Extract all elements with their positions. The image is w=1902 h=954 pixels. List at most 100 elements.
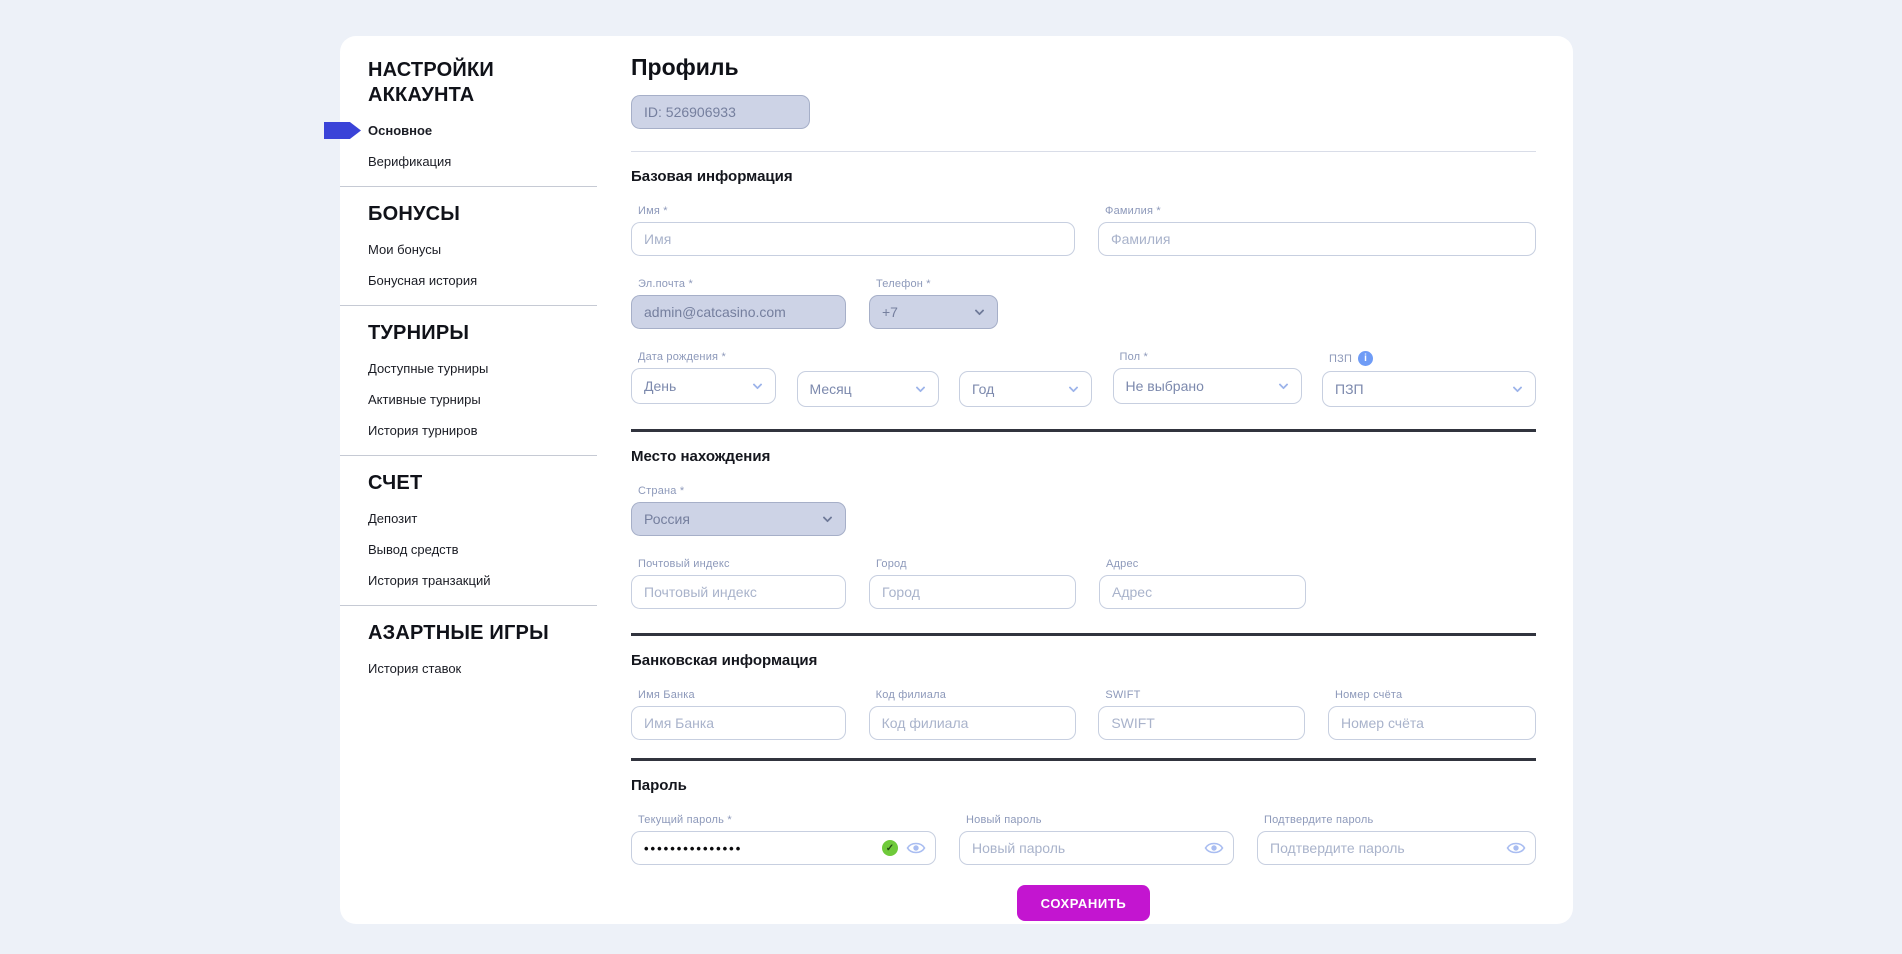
sidebar-section-title-gambling: АЗАРТНЫЕ ИГРЫ [368,621,588,646]
pep-label: ПЗП [1329,353,1352,365]
check-circle-icon: ✓ [882,840,898,856]
birth-year-value: Год [972,381,994,397]
city-label: Город [876,558,1076,570]
last-name-input[interactable] [1098,222,1536,256]
sidebar-section-title-account-settings: НАСТРОЙКИ АККАУНТА [368,58,538,108]
birth-month-select[interactable]: Месяц [797,371,939,407]
pep-select[interactable]: ПЗП [1322,371,1536,407]
section-title-password: Пароль [631,777,1536,794]
sidebar-item-label: Доступные турниры [368,361,488,376]
address-label: Адрес [1106,558,1306,570]
bank-name-input[interactable] [631,706,846,740]
country-value: Россия [644,511,690,527]
city-input[interactable] [869,575,1076,609]
chevron-down-icon [753,380,763,390]
sidebar-item-active-tournaments[interactable]: Активные турниры [368,393,610,407]
section-divider [631,429,1536,432]
section-title-bank-info: Банковская информация [631,652,1536,669]
birth-date-label: Дата рождения * [638,351,776,363]
sidebar-item-verification[interactable]: Верификация [368,155,610,169]
sidebar-item-bonus-history[interactable]: Бонусная история [368,274,610,288]
eye-icon[interactable] [1506,841,1526,856]
sidebar-divider [340,605,597,606]
branch-code-input[interactable] [869,706,1076,740]
sidebar-item-my-bonuses[interactable]: Мои бонусы [368,243,610,257]
section-divider [631,151,1536,152]
last-name-label: Фамилия * [1105,205,1536,217]
account-number-input[interactable] [1328,706,1536,740]
sidebar-item-withdrawal[interactable]: Вывод средств [368,543,610,557]
user-id-field [631,95,810,129]
chevron-down-icon [1278,380,1288,390]
sidebar-item-available-tournaments[interactable]: Доступные турниры [368,362,610,376]
sidebar-item-tournament-history[interactable]: История турниров [368,424,610,438]
sidebar-item-main[interactable]: Основное [368,124,610,138]
sidebar-section-title-bonuses: БОНУСЫ [368,202,538,227]
address-input[interactable] [1099,575,1306,609]
birth-day-select[interactable]: День [631,368,776,404]
save-button[interactable]: СОХРАНИТЬ [1017,885,1151,921]
phone-code-select: +7 [869,295,998,329]
first-name-label: Имя * [638,205,1075,217]
chevron-down-icon [975,306,985,316]
section-divider [631,633,1536,636]
email-field [631,295,846,329]
swift-input[interactable] [1098,706,1305,740]
chevron-down-icon [915,383,925,393]
sidebar-item-label: Депозит [368,511,417,526]
sidebar-divider [340,305,597,306]
account-number-label: Номер счёта [1335,689,1536,701]
phone-label: Телефон * [876,278,998,290]
postal-code-label: Почтовый индекс [638,558,846,570]
sidebar-divider [340,186,597,187]
chevron-down-icon [823,513,833,523]
current-password-label: Текущий пароль * [638,814,936,826]
sidebar-item-deposit[interactable]: Депозит [368,512,610,526]
new-password-input[interactable] [959,831,1234,865]
gender-label: Пол * [1120,351,1302,363]
profile-form: Профиль Базовая информация Имя * Фамилия… [631,54,1536,921]
section-title-basic-info: Базовая информация [631,168,1536,185]
sidebar-item-label: Вывод средств [368,542,459,557]
birth-year-select[interactable]: Год [959,371,1092,407]
sidebar-section-title-account: СЧЕТ [368,471,538,496]
sidebar-item-label: Активные турниры [368,392,481,407]
page-title: Профиль [631,54,1536,81]
sidebar: НАСТРОЙКИ АККАУНТА Основное Верификация … [368,54,610,693]
confirm-password-label: Подтвердите пароль [1264,814,1536,826]
phone-code-value: +7 [882,304,898,320]
sidebar-item-label: Верификация [368,154,451,169]
birth-month-value: Месяц [810,381,852,397]
active-item-arrow-icon [324,122,361,139]
section-title-location: Место нахождения [631,448,1536,465]
section-divider [631,758,1536,761]
sidebar-item-bet-history[interactable]: История ставок [368,662,610,676]
bank-name-label: Имя Банка [638,689,846,701]
sidebar-item-label: Бонусная история [368,273,477,288]
info-icon[interactable]: i [1358,351,1373,366]
account-settings-card: НАСТРОЙКИ АККАУНТА Основное Верификация … [340,36,1573,924]
branch-code-label: Код филиала [876,689,1076,701]
pep-value: ПЗП [1335,381,1364,397]
first-name-input[interactable] [631,222,1075,256]
birth-day-value: День [644,378,676,394]
eye-icon[interactable] [906,841,926,856]
eye-icon[interactable] [1204,841,1224,856]
postal-code-input[interactable] [631,575,846,609]
sidebar-item-label: Основное [368,123,432,138]
confirm-password-input[interactable] [1257,831,1536,865]
country-label: Страна * [638,485,846,497]
gender-value: Не выбрано [1126,378,1204,394]
country-select: Россия [631,502,846,536]
sidebar-item-label: История турниров [368,423,478,438]
sidebar-item-transaction-history[interactable]: История транзакций [368,574,610,588]
new-password-label: Новый пароль [966,814,1234,826]
sidebar-item-label: История транзакций [368,573,490,588]
sidebar-section-title-tournaments: ТУРНИРЫ [368,321,538,346]
sidebar-item-label: История ставок [368,661,461,676]
chevron-down-icon [1513,383,1523,393]
swift-label: SWIFT [1105,689,1305,701]
chevron-down-icon [1069,383,1079,393]
gender-select[interactable]: Не выбрано [1113,368,1302,404]
sidebar-divider [340,455,597,456]
